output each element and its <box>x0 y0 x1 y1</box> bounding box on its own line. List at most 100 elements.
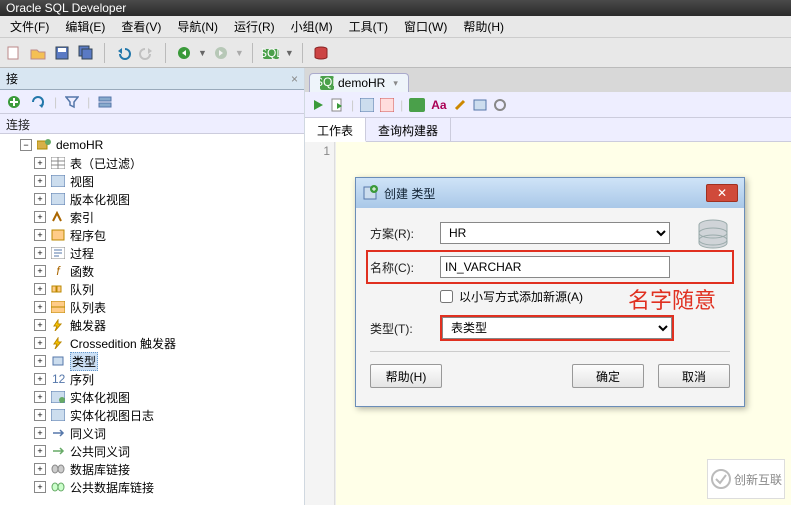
procedure-icon <box>50 246 66 260</box>
mview-icon <box>50 390 66 404</box>
tree-node-mviews[interactable]: +实体化视图 <box>0 388 304 406</box>
lowercase-checkbox[interactable] <box>440 290 453 303</box>
filter-icon[interactable] <box>65 95 79 109</box>
expand-icon[interactable]: + <box>34 391 46 403</box>
expand-icon[interactable]: + <box>34 175 46 187</box>
tree-node-sequences[interactable]: +123序列 <box>0 370 304 388</box>
tree-node-procedures[interactable]: +过程 <box>0 244 304 262</box>
expand-icon[interactable]: + <box>34 283 46 295</box>
ok-button[interactable]: 确定 <box>572 364 644 388</box>
editor-tabs: SQL demoHR ▾ <box>305 68 791 92</box>
expand-icon[interactable]: + <box>34 445 46 457</box>
expand-icon[interactable]: + <box>34 355 46 367</box>
menu-tools[interactable]: 工具(T) <box>341 18 396 35</box>
open-icon[interactable] <box>28 43 48 63</box>
back-icon[interactable] <box>174 43 194 63</box>
expand-icon[interactable]: + <box>34 247 46 259</box>
synonym-icon <box>50 426 66 440</box>
type-select[interactable]: 表类型 <box>442 317 672 339</box>
menu-team[interactable]: 小组(M) <box>283 18 341 35</box>
tree-node-packages[interactable]: +程序包 <box>0 226 304 244</box>
menu-help[interactable]: 帮助(H) <box>455 18 512 35</box>
refresh-icon[interactable] <box>30 94 46 110</box>
tree-node-queue-tables[interactable]: +队列表 <box>0 298 304 316</box>
run-script-icon[interactable] <box>331 98 345 112</box>
dialog-titlebar[interactable]: 创建 类型 ✕ <box>356 178 744 208</box>
expand-icon[interactable]: + <box>34 463 46 475</box>
tree-node-tables[interactable]: +表（已过滤） <box>0 154 304 172</box>
expand-icon[interactable]: + <box>34 319 46 331</box>
sql-icon[interactable] <box>409 98 425 112</box>
sql-icon[interactable]: SQL <box>261 43 281 63</box>
menu-bar: 文件(F) 编辑(E) 查看(V) 导航(N) 运行(R) 小组(M) 工具(T… <box>0 16 791 38</box>
settings-icon[interactable] <box>493 98 507 112</box>
tree-root[interactable]: − demoHR <box>0 136 304 154</box>
new-connection-icon[interactable] <box>6 94 22 110</box>
expand-icon[interactable]: + <box>34 229 46 241</box>
clear-icon[interactable] <box>453 98 467 112</box>
tree-node-dblinks[interactable]: +数据库链接 <box>0 460 304 478</box>
cancel-button[interactable]: 取消 <box>658 364 730 388</box>
app-title: Oracle SQL Developer <box>6 1 126 15</box>
explain-plan-icon[interactable] <box>360 98 374 112</box>
expand-icon[interactable]: + <box>34 481 46 493</box>
tree-node-crossedition-triggers[interactable]: +Crossedition 触发器 <box>0 334 304 352</box>
tree-node-views[interactable]: +视图 <box>0 172 304 190</box>
collapse-icon[interactable] <box>98 95 112 109</box>
autotrace-icon[interactable] <box>380 98 394 112</box>
function-icon: f <box>50 264 66 278</box>
menu-view[interactable]: 查看(V) <box>113 18 169 35</box>
tree-node-synonyms[interactable]: +同义词 <box>0 424 304 442</box>
tree-node-functions[interactable]: +f函数 <box>0 262 304 280</box>
connections-panel: 接 × | | 连接 − demoHR +表（已过滤） +视图 +版本化视图 +… <box>0 68 305 505</box>
dialog-close-button[interactable]: ✕ <box>706 184 738 202</box>
format-icon[interactable]: Aa <box>431 98 446 112</box>
tree-node-editioning-views[interactable]: +版本化视图 <box>0 190 304 208</box>
name-input[interactable] <box>440 256 670 278</box>
editor-tab[interactable]: SQL demoHR ▾ <box>309 73 409 92</box>
undo-icon[interactable] <box>113 43 133 63</box>
redo-icon[interactable] <box>137 43 157 63</box>
history-icon[interactable] <box>473 98 487 112</box>
expand-icon[interactable]: + <box>34 373 46 385</box>
tree-node-triggers[interactable]: +触发器 <box>0 316 304 334</box>
tree-node-types[interactable]: +类型 <box>0 352 304 370</box>
expand-icon[interactable]: + <box>34 265 46 277</box>
expand-icon[interactable]: + <box>34 193 46 205</box>
tree-node-queues[interactable]: +队列 <box>0 280 304 298</box>
expand-icon[interactable]: + <box>34 409 46 421</box>
expand-icon[interactable]: − <box>20 139 32 151</box>
menu-file[interactable]: 文件(F) <box>2 18 57 35</box>
db-icon[interactable] <box>311 43 331 63</box>
worksheet-tab[interactable]: 工作表 <box>305 118 366 142</box>
tree-node-public-dblinks[interactable]: +公共数据库链接 <box>0 478 304 496</box>
scheme-select[interactable]: HR <box>440 222 670 244</box>
menu-run[interactable]: 运行(R) <box>226 18 283 35</box>
tab-menu-icon[interactable]: ▾ <box>393 78 398 89</box>
object-tree[interactable]: − demoHR +表（已过滤） +视图 +版本化视图 +索引 +程序包 +过程… <box>0 134 304 505</box>
save-icon[interactable] <box>52 43 72 63</box>
connections-tab[interactable]: 接 × <box>0 68 304 90</box>
trigger-icon <box>50 336 66 350</box>
saveall-icon[interactable] <box>76 43 96 63</box>
tree-node-public-synonyms[interactable]: +公共同义词 <box>0 442 304 460</box>
expand-icon[interactable]: + <box>34 301 46 313</box>
expand-icon[interactable]: + <box>34 157 46 169</box>
new-icon[interactable] <box>4 43 24 63</box>
help-button[interactable]: 帮助(H) <box>370 364 442 388</box>
close-panel-icon[interactable]: × <box>291 72 298 86</box>
expand-icon[interactable]: + <box>34 337 46 349</box>
tree-node-mview-logs[interactable]: +实体化视图日志 <box>0 406 304 424</box>
menu-edit[interactable]: 编辑(E) <box>57 18 113 35</box>
line-gutter: 1 <box>305 142 335 505</box>
menu-window[interactable]: 窗口(W) <box>396 18 455 35</box>
main-toolbar: ▼ ▼ SQL ▼ <box>0 38 791 68</box>
query-builder-tab[interactable]: 查询构建器 <box>366 118 451 141</box>
expand-icon[interactable]: + <box>34 211 46 223</box>
expand-icon[interactable]: + <box>34 427 46 439</box>
menu-nav[interactable]: 导航(N) <box>169 18 226 35</box>
forward-icon[interactable] <box>211 43 231 63</box>
watermark: 创新互联 <box>707 459 785 499</box>
run-icon[interactable] <box>311 98 325 112</box>
tree-node-indexes[interactable]: +索引 <box>0 208 304 226</box>
